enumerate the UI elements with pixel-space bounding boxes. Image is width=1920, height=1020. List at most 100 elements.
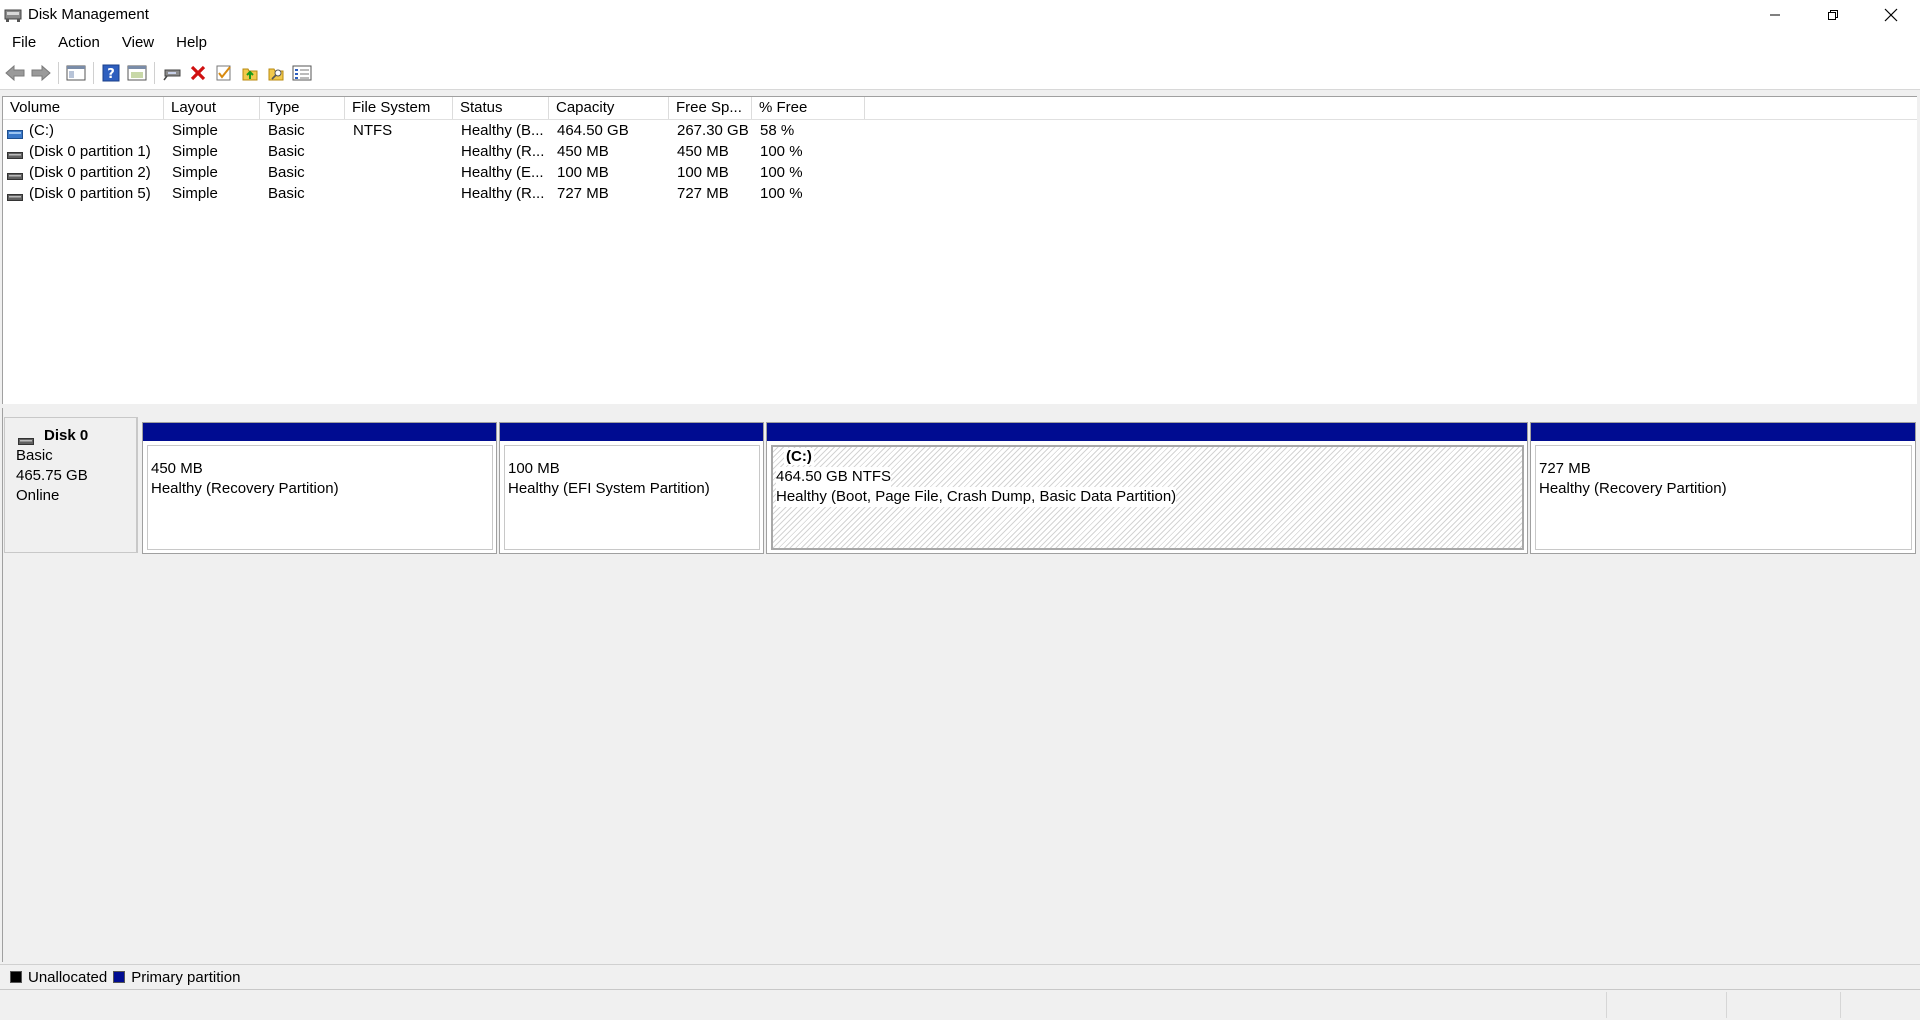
volume-list: Volume Layout Type File System Status Ca… [2,96,1917,406]
unallocated-swatch [10,971,22,983]
partition-size: 100 MB [508,460,560,477]
capacity-cell: 100 MB [557,164,609,181]
partition-status: Healthy (Recovery Partition) [151,480,339,497]
table-row[interactable]: (Disk 0 partition 5) Simple Basic Health… [3,183,1917,204]
settings-list-button[interactable] [289,60,315,86]
volume-cell: (Disk 0 partition 2) [3,164,164,181]
disk-0-label[interactable]: Disk 0 Basic 465.75 GB Online [4,417,138,553]
column-header-layout[interactable]: Layout [164,97,260,119]
forward-button[interactable] [28,60,54,86]
minimize-icon [1770,14,1780,15]
type-cell: Basic [268,185,305,202]
properties-button[interactable] [124,60,150,86]
partition-status: Healthy (Recovery Partition) [1539,480,1727,497]
free-space-cell: 267.30 GB [677,122,749,139]
partition-size: 464.50 GB NTFS [776,467,892,487]
partition-5[interactable]: 727 MB Healthy (Recovery Partition) [1530,422,1916,554]
window-controls [1746,0,1920,29]
menu-help[interactable]: Help [165,29,218,56]
partition-1[interactable]: 450 MB Healthy (Recovery Partition) [142,422,497,554]
check-button[interactable] [211,60,237,86]
primary-partition-swatch [113,971,126,983]
partition-size: 450 MB [151,460,203,477]
show-hide-console-tree-button[interactable] [63,60,89,86]
column-header-free-space[interactable]: Free Sp... [669,97,752,119]
status-cell: Healthy (R... [461,143,545,160]
export-list-button[interactable] [237,60,263,86]
layout-cell: Simple [172,143,218,160]
layout-cell: Simple [172,164,218,181]
disk-name: Disk 0 [44,427,89,444]
table-row[interactable]: (Disk 0 partition 1) Simple Basic Health… [3,141,1917,162]
primary-partition-bar [500,423,763,441]
volume-name: (Disk 0 partition 1) [29,143,151,160]
free-space-cell: 450 MB [677,143,729,160]
menu-file[interactable]: File [0,29,47,56]
partition-c[interactable]: (C:) 464.50 GB NTFS Healthy (Boot, Page … [766,422,1528,554]
partition-body: (C:) 464.50 GB NTFS Healthy (Boot, Page … [771,445,1524,550]
column-header-type[interactable]: Type [260,97,345,119]
percent-free-cell: 100 % [760,185,803,202]
close-icon [1884,8,1898,21]
help-button[interactable]: ? [98,60,124,86]
table-row[interactable]: (C:) Simple Basic NTFS Healthy (B... 464… [3,120,1917,141]
partition-body: 450 MB Healthy (Recovery Partition) [147,445,493,550]
type-cell: Basic [268,164,305,181]
search-folder-button[interactable] [263,60,289,86]
type-cell: Basic [268,122,305,139]
restore-icon [1828,9,1838,20]
legend-primary: Primary partition [113,969,240,986]
close-button[interactable] [1862,0,1920,29]
back-button[interactable] [2,60,28,86]
menu-action[interactable]: Action [47,29,111,56]
layout-cell: Simple [172,122,218,139]
blue-drive-icon [7,126,23,139]
settings-list-icon [292,65,312,80]
status-cell: Healthy (B... [461,122,544,139]
status-cell: Healthy (E... [461,164,544,181]
delete-button[interactable] [185,60,211,86]
gray-drive-icon [18,432,34,445]
legend: Unallocated Primary partition [0,964,1920,990]
gray-drive-icon [7,168,23,180]
disk-management-app-icon [4,7,22,23]
column-header-status[interactable]: Status [453,97,549,119]
volume-list-header: Volume Layout Type File System Status Ca… [3,97,1917,120]
percent-free-cell: 100 % [760,143,803,160]
disk-state: Online [16,487,60,504]
connect-drive-icon [163,69,181,80]
title-bar: Disk Management [0,0,1920,29]
status-divider [1726,992,1727,1018]
back-arrow-icon [5,64,25,81]
partition-status: Healthy (EFI System Partition) [508,480,710,497]
partition-volume-name: (C:) [784,448,814,465]
volume-cell: (C:) [3,122,164,139]
restore-button[interactable] [1804,0,1862,29]
layout-cell: Simple [172,185,218,202]
capacity-cell: 727 MB [557,185,609,202]
partition-body: 100 MB Healthy (EFI System Partition) [504,445,760,550]
connect-drive-button[interactable] [159,60,185,86]
column-header-percent-free[interactable]: % Free [752,97,865,119]
partition-2[interactable]: 100 MB Healthy (EFI System Partition) [499,422,764,554]
disk-map-pane: Disk 0 Basic 465.75 GB Online 450 MB Hea… [2,408,1917,962]
toolbar: ? [0,56,1920,90]
menu-view[interactable]: View [111,29,165,56]
column-header-volume[interactable]: Volume [3,97,164,119]
search-folder-icon [268,68,284,80]
legend-unallocated: Unallocated [10,969,107,986]
capacity-cell: 464.50 GB [557,122,629,139]
legend-unallocated-label: Unallocated [28,968,108,986]
legend-primary-label: Primary partition [131,968,241,986]
properties-icon [127,65,147,80]
minimize-button[interactable] [1746,0,1804,29]
table-row[interactable]: (Disk 0 partition 2) Simple Basic Health… [3,162,1917,183]
volume-cell: (Disk 0 partition 5) [3,185,164,202]
primary-partition-bar [143,423,496,441]
column-header-capacity[interactable]: Capacity [549,97,669,119]
volume-name: (Disk 0 partition 2) [29,164,151,181]
column-header-file-system[interactable]: File System [345,97,453,119]
disk-title: Disk 0 [16,426,136,446]
svg-text:?: ? [107,67,115,82]
primary-partition-bar [767,423,1527,441]
